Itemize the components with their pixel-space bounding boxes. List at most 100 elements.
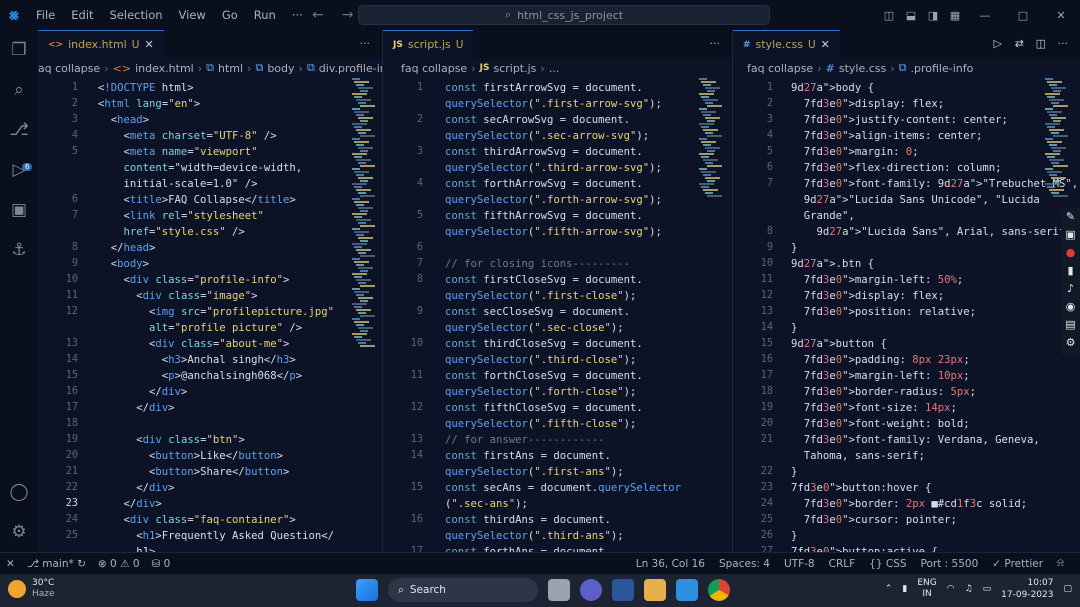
- notifications-icon[interactable]: ▢: [1063, 584, 1072, 594]
- menu-view[interactable]: View: [171, 0, 214, 30]
- breadcrumb-folder[interactable]: faq collapse: [38, 62, 100, 75]
- breadcrumb-div[interactable]: div.profile-info: [319, 62, 382, 75]
- minimap[interactable]: [699, 78, 723, 368]
- menu-edit[interactable]: Edit: [63, 0, 101, 30]
- open-changes-icon[interactable]: ⇄: [1015, 30, 1024, 58]
- vscode-logo-icon[interactable]: ⨳: [0, 0, 28, 30]
- word-icon[interactable]: [612, 579, 634, 601]
- source-control-icon[interactable]: ⎇: [9, 120, 29, 140]
- menu-run[interactable]: Run: [246, 0, 284, 30]
- code-line: Grande",: [791, 210, 855, 222]
- minimize-icon[interactable]: —: [966, 9, 1004, 22]
- close-icon[interactable]: ✕: [144, 38, 153, 51]
- breadcrumb-symbol[interactable]: ...: [549, 62, 560, 75]
- line-ending[interactable]: CRLF: [829, 558, 856, 570]
- run-debug-icon[interactable]: ▷: [9, 160, 29, 180]
- windows-taskbar: 30°C Haze ⌕ Search ⌃ ▮ ENG IN ◠ ♫ ▭ 10:07 17…: [0, 574, 1080, 607]
- forward-arrow-icon[interactable]: →: [342, 7, 354, 23]
- search-icon[interactable]: ⌕: [9, 80, 29, 100]
- breadcrumb-file[interactable]: index.html: [135, 62, 194, 75]
- encoding[interactable]: UTF-8: [784, 558, 815, 570]
- speaker-icon[interactable]: ♪: [1061, 280, 1080, 298]
- live-server-port[interactable]: Port : 5500: [921, 558, 979, 570]
- split-editor-icon[interactable]: ◫: [1036, 30, 1046, 58]
- branch-indicator[interactable]: ⎇ main* ↻: [27, 558, 86, 570]
- breadcrumb-body[interactable]: body: [267, 62, 294, 75]
- more-actions-icon[interactable]: ···: [710, 30, 721, 58]
- chrome-icon[interactable]: [708, 579, 730, 601]
- volume-icon[interactable]: ♫: [965, 584, 973, 594]
- weather-text: Haze: [32, 589, 55, 599]
- explorer-icon[interactable]: ❐: [9, 40, 29, 60]
- breadcrumb-file[interactable]: script.js: [493, 62, 536, 75]
- vscode-taskbar-icon[interactable]: [676, 579, 698, 601]
- camera-icon[interactable]: ▣: [1061, 226, 1080, 244]
- tab-status: U: [807, 38, 816, 51]
- breadcrumb-selector[interactable]: .profile-info: [911, 62, 974, 75]
- code-line: <!DOCTYPE html>: [98, 82, 194, 94]
- minimap[interactable]: [352, 78, 376, 368]
- settings-gear-icon[interactable]: ⚙: [9, 522, 29, 542]
- tab-index-html[interactable]: <> index.html U ✕: [38, 30, 164, 58]
- wifi-icon[interactable]: ◠: [947, 584, 955, 594]
- breadcrumb-html[interactable]: html: [218, 62, 243, 75]
- taskbar-search[interactable]: ⌕ Search: [388, 578, 538, 602]
- record-icon[interactable]: ●: [1061, 244, 1080, 262]
- toggle-panel-icon[interactable]: ⬓: [900, 9, 922, 22]
- minimap-line: [360, 195, 375, 197]
- teams-icon[interactable]: [580, 579, 602, 601]
- toggle-sidebar-icon[interactable]: ◫: [878, 9, 900, 22]
- back-arrow-icon[interactable]: ←: [312, 7, 324, 23]
- problems-count[interactable]: ⊗ 0 ⚠ 0: [98, 558, 140, 570]
- menu-go[interactable]: Go: [214, 0, 246, 30]
- window-icon[interactable]: ▤: [1061, 316, 1080, 334]
- prettier-status[interactable]: ✓ Prettier: [992, 558, 1043, 570]
- run-icon[interactable]: ▷: [994, 30, 1002, 58]
- breadcrumb-file[interactable]: style.css: [839, 62, 886, 75]
- language-mode[interactable]: {} CSS: [869, 558, 906, 570]
- minimap-line: [354, 186, 362, 188]
- ports-count[interactable]: ⛁ 0: [152, 558, 171, 570]
- more-actions-icon[interactable]: ···: [1058, 30, 1069, 58]
- tab-style-css[interactable]: # style.css U ✕: [733, 30, 840, 58]
- close-icon[interactable]: ✕: [821, 38, 830, 51]
- language-indicator[interactable]: ENG IN: [917, 578, 936, 600]
- file-manager-icon[interactable]: [548, 579, 570, 601]
- remote-icon[interactable]: ✕: [6, 558, 15, 570]
- weather-widget[interactable]: 30°C Haze: [8, 578, 55, 600]
- toggle-secondary-sidebar-icon[interactable]: ◨: [922, 9, 944, 22]
- folder-icon[interactable]: [644, 579, 666, 601]
- cursor-position[interactable]: Ln 36, Col 16: [636, 558, 705, 570]
- menu-file[interactable]: File: [28, 0, 63, 30]
- tab-script-js[interactable]: JS script.js U: [383, 30, 474, 58]
- battery-icon[interactable]: ▭: [983, 584, 992, 594]
- minimap-line: [1049, 114, 1057, 116]
- code-editor-html[interactable]: 1 <!DOCTYPE html> 2 <html lang="en"> 3 <head…: [38, 78, 382, 552]
- code-editor-js[interactable]: 1 const firstArrowSvg = document. querySel…: [383, 78, 732, 552]
- microphone-icon[interactable]: ▮: [1061, 262, 1080, 280]
- maximize-icon[interactable]: □: [1004, 9, 1042, 22]
- notifications-bell-icon[interactable]: ⍾: [1057, 557, 1064, 570]
- microphone-tray-icon[interactable]: ▮: [902, 584, 907, 594]
- chevron-up-icon[interactable]: ⌃: [885, 584, 893, 594]
- gear-icon[interactable]: ⚙: [1061, 334, 1080, 352]
- windows-start-icon[interactable]: [356, 579, 378, 601]
- webcam-icon[interactable]: ◉: [1061, 298, 1080, 316]
- clock[interactable]: 10:07 17-09-2023: [1001, 577, 1053, 601]
- indentation[interactable]: Spaces: 4: [719, 558, 770, 570]
- extensions-icon[interactable]: ▣: [9, 200, 29, 220]
- breadcrumb-folder[interactable]: faq collapse: [747, 62, 813, 75]
- docker-icon[interactable]: ⚓: [9, 240, 29, 260]
- more-actions-icon[interactable]: ···: [360, 30, 371, 58]
- menu-more[interactable]: ···: [284, 0, 311, 30]
- breadcrumb-folder[interactable]: faq collapse: [401, 62, 467, 75]
- close-window-icon[interactable]: ✕: [1042, 9, 1080, 22]
- code-editor-css[interactable]: 1 9d27a">body {2 7fd3e0">display: flex; 3 …: [733, 78, 1080, 552]
- line-number: 12: [760, 290, 773, 301]
- pen-icon[interactable]: ✎: [1061, 208, 1080, 226]
- command-center-search[interactable]: ⌕ html_css_js_project: [358, 5, 770, 25]
- menu-selection[interactable]: Selection: [102, 0, 171, 30]
- search-icon: ⌕: [398, 583, 404, 596]
- account-icon[interactable]: ◯: [9, 482, 29, 502]
- customize-layout-icon[interactable]: ▦: [944, 9, 966, 22]
